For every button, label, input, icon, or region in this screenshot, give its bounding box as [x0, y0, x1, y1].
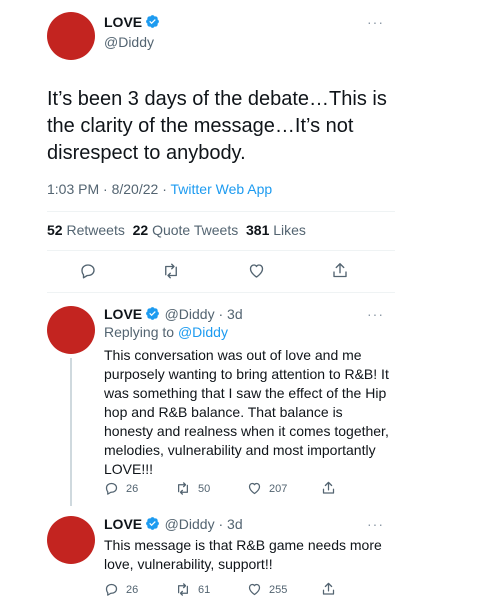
- reply-avatar[interactable]: [47, 306, 95, 354]
- reply-author-name[interactable]: LOVE: [104, 306, 142, 322]
- quote-tweets-stat[interactable]: 22 Quote Tweets: [133, 222, 239, 238]
- share-icon[interactable]: [331, 261, 349, 280]
- retweets-stat[interactable]: 52 Retweets: [47, 222, 125, 238]
- retweet-button[interactable]: 61: [175, 582, 210, 597]
- reply-header: LOVE @Diddy · 3d: [104, 306, 243, 324]
- divider: [47, 292, 395, 293]
- tweet-date[interactable]: 8/20/22: [112, 181, 159, 197]
- handle-separator: ·: [214, 306, 228, 322]
- reply-text: This message is that R&B game needs more…: [104, 537, 382, 572]
- like-button[interactable]: 255: [247, 582, 287, 597]
- reply-button[interactable]: 26: [104, 481, 138, 496]
- retweet-icon: [178, 482, 188, 495]
- reply-icon: [105, 583, 118, 596]
- verified-badge-icon: [146, 517, 160, 530]
- reply-header: LOVE @Diddy · 3d: [104, 516, 243, 534]
- main-tweet-text: It’s been 3 days of the debate…This is t…: [47, 88, 387, 164]
- thread-line: [70, 358, 72, 506]
- main-tweet-meta: 1:03 PM · 8/20/22 · Twitter Web App: [47, 181, 272, 197]
- verified-badge-icon: [146, 307, 160, 320]
- reply-author-handle[interactable]: @Diddy: [165, 306, 215, 322]
- share-icon: [322, 582, 335, 595]
- divider: [47, 250, 395, 251]
- main-tweet-more-button[interactable]: ···: [367, 14, 384, 30]
- share-button[interactable]: [321, 480, 343, 496]
- meta-separator: ·: [103, 181, 108, 197]
- reply-button[interactable]: 26: [104, 582, 138, 597]
- share-button[interactable]: [321, 581, 343, 597]
- reply-icon[interactable]: [79, 262, 97, 280]
- replying-to: Replying to @Diddy: [104, 324, 228, 340]
- main-tweet-avatar[interactable]: [47, 12, 95, 60]
- meta-separator: ·: [162, 181, 167, 197]
- like-icon: [248, 583, 261, 596]
- main-tweet-author-handle[interactable]: @Diddy: [104, 34, 154, 50]
- reply-more-button[interactable]: ···: [367, 306, 384, 322]
- replying-to-handle-link[interactable]: @Diddy: [178, 324, 228, 340]
- reply-age[interactable]: 3d: [227, 306, 243, 322]
- like-icon: [248, 482, 261, 495]
- tweet-source-link[interactable]: Twitter Web App: [171, 181, 273, 197]
- retweet-button[interactable]: 50: [175, 481, 210, 496]
- main-tweet-stats: 52 Retweets 22 Quote Tweets 381 Likes: [47, 222, 306, 238]
- reply-avatar[interactable]: [47, 516, 95, 564]
- divider: [47, 211, 395, 212]
- tweet-time[interactable]: 1:03 PM: [47, 181, 99, 197]
- reply-author-name[interactable]: LOVE: [104, 516, 142, 532]
- reply-author-handle[interactable]: @Diddy: [165, 516, 215, 532]
- reply-more-button[interactable]: ···: [367, 516, 384, 532]
- retweet-icon[interactable]: [161, 262, 181, 280]
- likes-stat[interactable]: 381 Likes: [246, 222, 306, 238]
- reply-age[interactable]: 3d: [227, 516, 243, 532]
- retweet-icon: [178, 583, 188, 596]
- like-button[interactable]: 207: [247, 481, 287, 496]
- reply-icon: [105, 482, 118, 495]
- verified-badge-icon: [146, 15, 160, 28]
- reply-text: This conversation was out of love and me…: [104, 347, 389, 477]
- share-icon: [322, 481, 335, 494]
- like-icon[interactable]: [247, 262, 266, 280]
- handle-separator: ·: [214, 516, 228, 532]
- main-tweet-author-name[interactable]: LOVE: [104, 14, 160, 30]
